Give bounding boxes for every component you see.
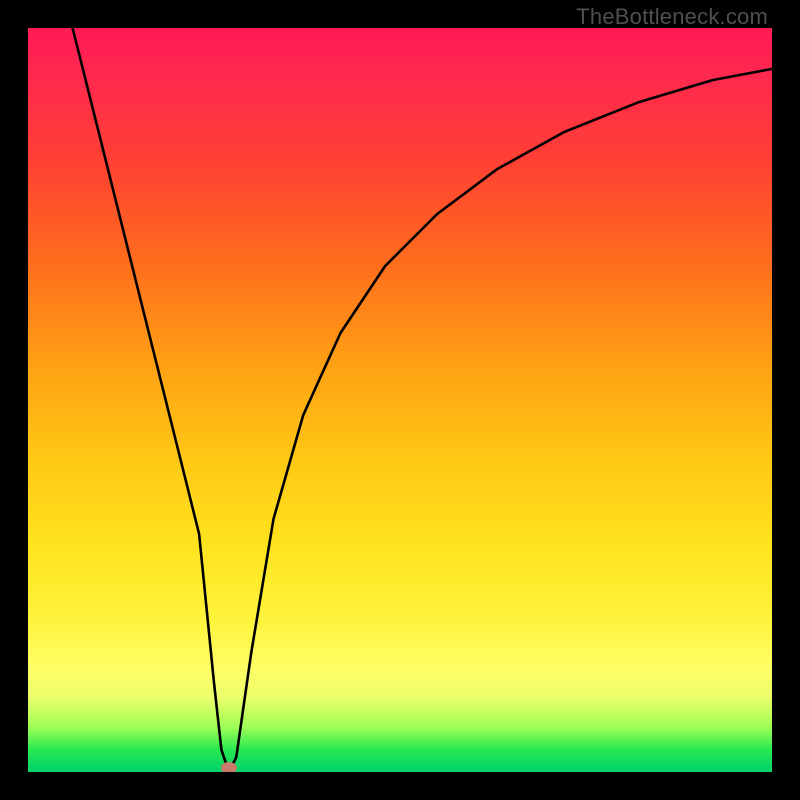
plot-area (28, 28, 772, 772)
curve-path (73, 28, 772, 772)
watermark-text: TheBottleneck.com (576, 4, 768, 30)
bottleneck-curve (28, 28, 772, 772)
chart-container: TheBottleneck.com (0, 0, 800, 800)
